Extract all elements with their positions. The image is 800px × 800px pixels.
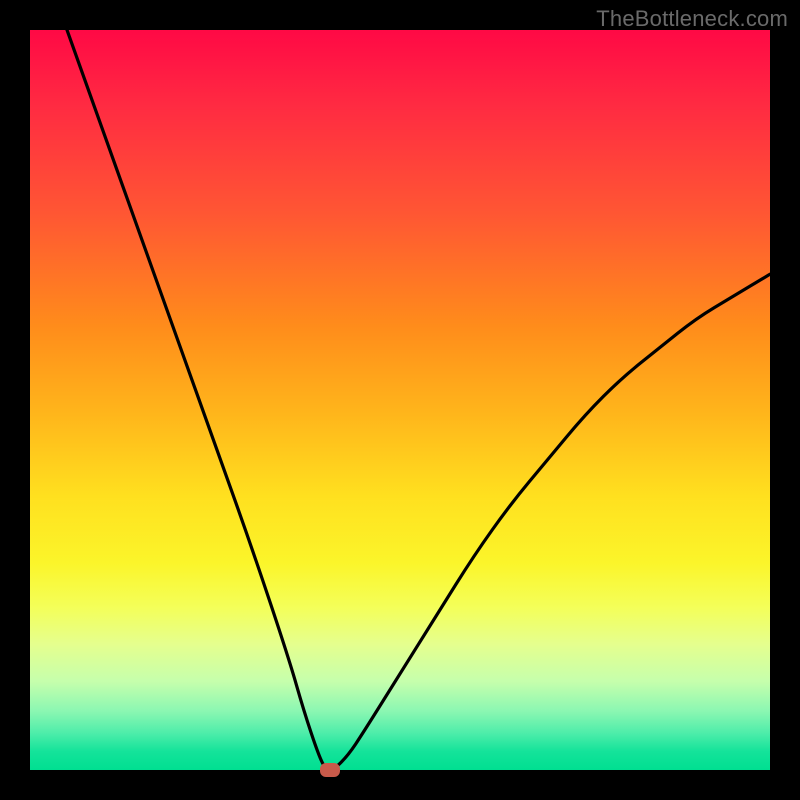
curve-layer bbox=[30, 30, 770, 770]
chart-frame: TheBottleneck.com bbox=[0, 0, 800, 800]
bottleneck-curve bbox=[67, 30, 770, 770]
plot-area bbox=[30, 30, 770, 770]
watermark-text: TheBottleneck.com bbox=[596, 6, 788, 32]
minimum-marker bbox=[320, 763, 340, 777]
